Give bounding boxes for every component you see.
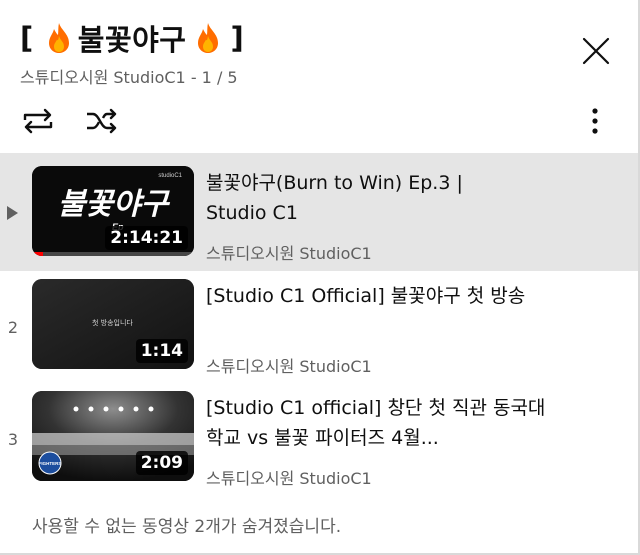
shuffle-button[interactable]	[82, 103, 122, 139]
video-channel: 스튜디오시원 StudioC1	[206, 244, 372, 263]
playlist-title[interactable]: [ 불꽃야구 ]	[20, 18, 244, 58]
thumbnail-title-text: 불꽃야구	[58, 187, 171, 222]
playlist-item[interactable]: studioC1 불꽃야구 Ep 2:14:21 불꽃야구(Burn to Wi…	[0, 153, 638, 271]
playlist-header: [ 불꽃야구 ] 스튜디오시원 StudioC1 - 1 / 5	[0, 0, 638, 153]
playlist-item[interactable]: 3 FIGHTERS 2:09 [Studio C1 official] 창단 …	[0, 383, 638, 501]
fire-icon	[195, 22, 221, 54]
more-vert-icon	[592, 108, 598, 134]
title-text: 불꽃야구	[77, 23, 187, 57]
playlist-panel: [ 불꽃야구 ] 스튜디오시원 StudioC1 - 1 / 5 studioC…	[0, 0, 640, 555]
close-button[interactable]	[575, 30, 617, 72]
video-title[interactable]: 불꽃야구(Burn to Win) Ep.3 | Studio C1	[206, 168, 506, 228]
thumbnail-corner-text: studioC1	[158, 173, 182, 179]
playlist-position: 1 / 5	[201, 68, 238, 87]
separator: -	[190, 68, 202, 87]
video-thumbnail[interactable]: studioC1 불꽃야구 Ep 2:14:21	[32, 166, 194, 256]
thumbnail-caption: 첫 방송입니다	[92, 318, 133, 327]
progress-track	[32, 252, 194, 256]
video-channel: 스튜디오시원 StudioC1	[206, 357, 372, 376]
play-triangle-icon	[7, 206, 18, 220]
loop-button[interactable]	[18, 103, 58, 139]
more-actions-button[interactable]	[578, 103, 612, 139]
channel-link[interactable]: 스튜디오시원 StudioC1	[20, 68, 186, 87]
title-bracket-open: [	[20, 21, 34, 55]
video-channel: 스튜디오시원 StudioC1	[206, 469, 372, 488]
loop-icon	[23, 108, 53, 134]
title-bracket-close: ]	[230, 21, 245, 55]
video-title[interactable]: [Studio C1 official] 창단 첫 직관 동국대학교 vs 불꽃…	[206, 393, 546, 453]
thumbnail-logo-text: FIGHTERS	[39, 461, 62, 466]
playlist-subtitle: 스튜디오시원 StudioC1 - 1 / 5	[20, 64, 238, 88]
video-duration: 2:14:21	[105, 226, 188, 250]
video-title[interactable]: [Studio C1 Official] 불꽃야구 첫 방송	[206, 281, 546, 311]
fire-icon	[46, 22, 72, 54]
close-icon	[582, 37, 610, 65]
video-thumbnail[interactable]: 첫 방송입니다 1:14	[32, 279, 194, 369]
progress-fill	[32, 252, 44, 256]
shuffle-icon	[87, 108, 117, 134]
item-index: 2	[7, 318, 19, 337]
video-duration: 1:14	[135, 339, 188, 363]
video-duration: 2:09	[135, 451, 188, 475]
item-index: 3	[7, 430, 19, 449]
video-thumbnail[interactable]: FIGHTERS 2:09	[32, 391, 194, 481]
playlist-item[interactable]: 2 첫 방송입니다 1:14 [Studio C1 Official] 불꽃야구…	[0, 271, 638, 389]
hidden-videos-note: 사용할 수 없는 동영상 2개가 숨겨졌습니다.	[32, 517, 342, 537]
